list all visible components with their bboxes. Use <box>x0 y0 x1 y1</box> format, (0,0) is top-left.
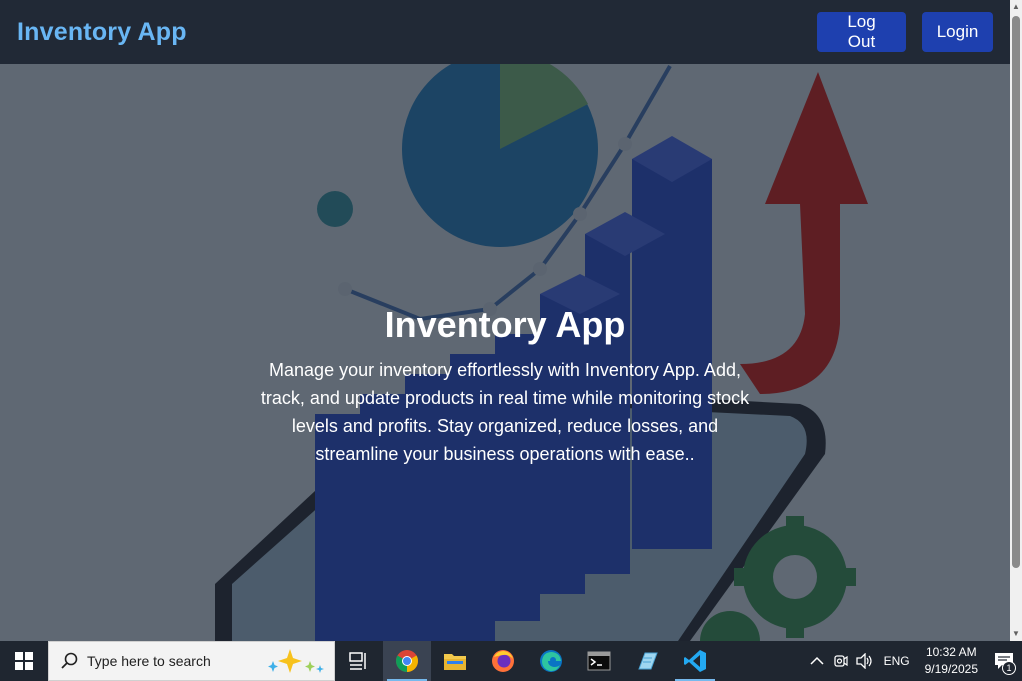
clock-date: 9/19/2025 <box>924 662 978 676</box>
taskbar-search-box[interactable]: Type here to search <box>48 641 335 681</box>
taskbar-edge[interactable] <box>527 641 575 681</box>
start-button[interactable] <box>0 641 48 681</box>
windows-taskbar: Type here to search ENG 10:32 AM 9/19/20… <box>0 641 1022 681</box>
task-view-button[interactable] <box>335 641 383 681</box>
task-view-icon <box>349 652 366 670</box>
browser-viewport: Inventory App Log Out Login Inventory Ap… <box>0 0 1010 641</box>
scrollbar-thumb[interactable] <box>1012 16 1020 568</box>
sparkle-icon <box>268 649 324 673</box>
clock[interactable]: 10:32 AM 9/19/2025 <box>917 644 986 678</box>
page-scrollbar[interactable]: ▲ ▼ <box>1010 0 1022 641</box>
volume-button[interactable] <box>853 641 877 681</box>
login-button[interactable]: Login <box>922 12 993 52</box>
edge-icon <box>540 650 562 672</box>
input-language[interactable]: ENG <box>877 654 917 668</box>
notification-badge: 1 <box>1002 661 1016 675</box>
clock-time: 10:32 AM <box>925 645 977 659</box>
chevron-up-icon <box>810 656 824 665</box>
meet-now-button[interactable] <box>829 641 853 681</box>
navbar: Inventory App Log Out Login <box>0 0 1010 64</box>
scroll-down-arrow-icon[interactable]: ▼ <box>1010 627 1022 641</box>
terminal-icon <box>587 651 611 671</box>
logout-button[interactable]: Log Out <box>817 12 906 52</box>
brand-logo[interactable]: Inventory App <box>17 18 187 47</box>
hero-section: Inventory App Manage your inventory effo… <box>0 64 1010 641</box>
taskbar-file-explorer[interactable] <box>431 641 479 681</box>
notification-center-button[interactable]: 1 <box>986 641 1022 681</box>
scroll-up-arrow-icon[interactable]: ▲ <box>1010 0 1022 14</box>
search-placeholder: Type here to search <box>87 653 211 669</box>
taskbar-firefox[interactable] <box>479 641 527 681</box>
hero-description: Manage your inventory effortlessly with … <box>260 360 750 464</box>
taskbar-vscode[interactable] <box>671 641 719 681</box>
hero-content: Inventory App Manage your inventory effo… <box>250 304 760 468</box>
nav-actions: Log Out Login <box>817 12 993 52</box>
firefox-icon <box>492 650 514 672</box>
system-tray: ENG 10:32 AM 9/19/2025 1 <box>805 641 1022 681</box>
taskbar-terminal[interactable] <box>575 641 623 681</box>
search-icon <box>61 652 78 669</box>
camera-icon <box>833 655 848 667</box>
windows-logo-icon <box>15 652 33 670</box>
show-hidden-icons-button[interactable] <box>805 641 829 681</box>
vscode-icon <box>684 650 706 672</box>
taskbar-notepad[interactable] <box>623 641 671 681</box>
hero-title: Inventory App <box>384 304 626 345</box>
notepad-icon <box>638 652 658 670</box>
speaker-icon <box>855 653 872 669</box>
taskbar-chrome[interactable] <box>383 641 431 681</box>
folder-icon <box>444 654 466 670</box>
chrome-icon <box>396 650 418 672</box>
